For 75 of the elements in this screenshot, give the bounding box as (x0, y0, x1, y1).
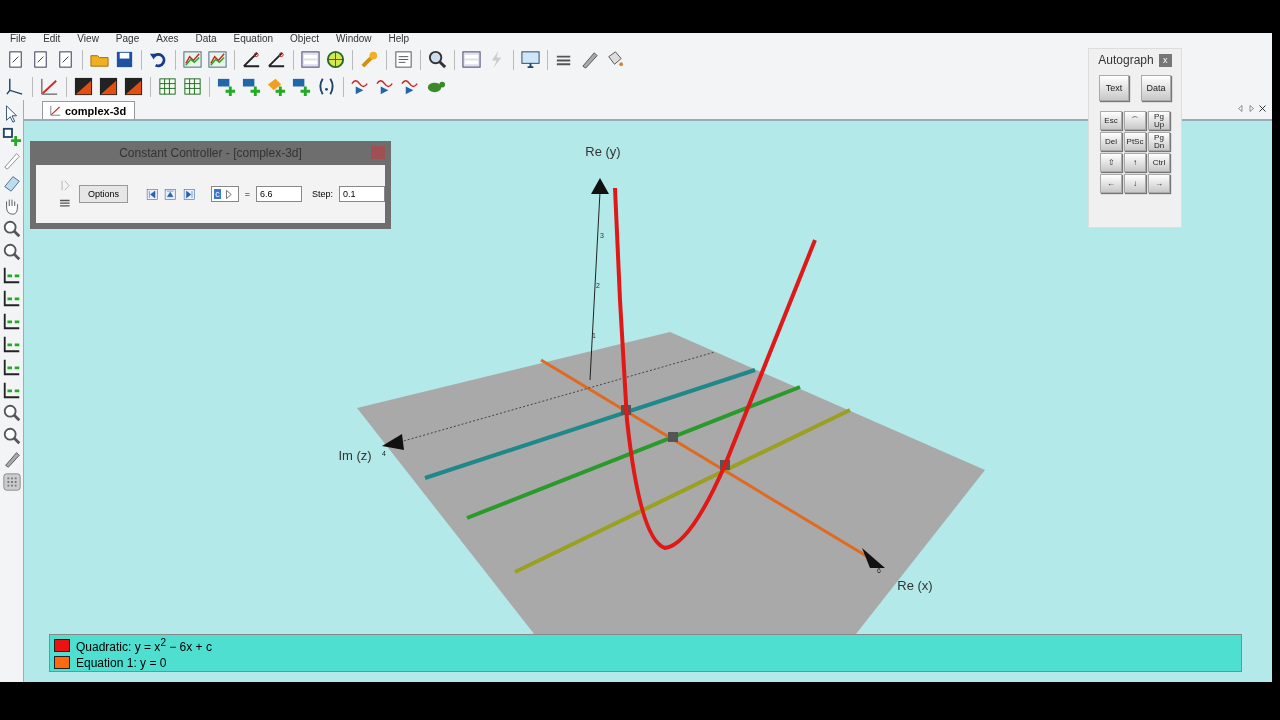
menu-item[interactable]: Data (195, 33, 217, 46)
menu-item[interactable]: View (77, 33, 99, 46)
surface-icon[interactable] (123, 76, 144, 97)
menu-item[interactable]: Page (115, 33, 140, 46)
menu-item[interactable]: Equation (233, 33, 274, 46)
slope-icon (49, 104, 62, 117)
keypad-key[interactable]: Pg Up (1148, 111, 1170, 130)
axis-label: Im (z) (338, 448, 372, 463)
save-icon[interactable] (114, 49, 135, 70)
angle-icon[interactable] (266, 49, 287, 70)
menu-item[interactable]: File (10, 33, 27, 46)
keypad-key[interactable]: Esc (1100, 111, 1122, 130)
surface-icon[interactable] (73, 76, 94, 97)
diamond-icon[interactable] (266, 76, 287, 97)
constant-dropdown[interactable]: c (211, 186, 239, 202)
keypad-key[interactable]: ⇧ (1100, 153, 1122, 172)
point-icon[interactable] (1, 127, 22, 147)
keypad-key[interactable]: Pg Dn (1148, 132, 1170, 151)
menu-item[interactable]: Window (335, 33, 372, 46)
intersection-point (621, 405, 631, 415)
palette-title: Autograph (1098, 53, 1154, 67)
brackets-icon[interactable] (316, 76, 337, 97)
skip-start-icon[interactable] (146, 186, 159, 202)
value-field[interactable]: 6.6 (255, 186, 302, 202)
window-title: Constant Controller - [complex-3d] (119, 146, 302, 160)
keypad-key[interactable]: ← (1100, 174, 1122, 193)
keypad-key[interactable]: Data (1141, 75, 1171, 101)
keypad-key[interactable]: ⌒ (1124, 111, 1146, 130)
grid-icon[interactable] (157, 76, 178, 97)
intersection-point (720, 460, 730, 470)
pen-icon[interactable] (579, 49, 600, 70)
skip-end-icon[interactable] (182, 186, 196, 202)
menu-item[interactable]: Edit (43, 33, 61, 46)
step-icon[interactable] (164, 186, 177, 202)
zoom-icon[interactable] (1, 219, 22, 239)
keypad-icon[interactable] (1, 472, 22, 492)
options-button[interactable]: Options (79, 185, 129, 203)
keypad-key[interactable]: Ctrl (1148, 153, 1170, 172)
menu-item[interactable]: Axes (156, 33, 179, 46)
equals-sign: = (244, 189, 250, 199)
keypad-key[interactable]: ↑ (1124, 153, 1146, 172)
monitor-icon[interactable] (520, 49, 541, 70)
keypad-key[interactable]: → (1148, 174, 1170, 193)
surface-icon[interactable] (98, 76, 119, 97)
globe-icon[interactable] (325, 49, 346, 70)
close-icon[interactable] (1257, 103, 1268, 114)
legend-label: Quadratic: y = x$^{2}$ − 6x + c (76, 637, 212, 654)
axis-label: Re (y) (585, 144, 621, 159)
keypad-key[interactable]: Del (1100, 132, 1122, 151)
keypad-key[interactable]: Text (1099, 75, 1129, 101)
plus-icon[interactable] (291, 76, 312, 97)
grid-icon[interactable] (182, 76, 203, 97)
graph-icon[interactable] (182, 49, 203, 70)
zoom-icon[interactable] (1, 242, 22, 262)
text-icon[interactable] (393, 49, 414, 70)
close-button[interactable]: x (1158, 53, 1172, 67)
keypad-key[interactable]: PtSc (1124, 132, 1146, 151)
document-tab[interactable]: complex-3d (42, 101, 136, 119)
eraser-icon[interactable] (1, 173, 22, 193)
zoom-icon[interactable] (1, 403, 22, 423)
keypad-key[interactable]: ↓ (1124, 174, 1146, 193)
intersection-point (668, 432, 678, 442)
plus-icon[interactable] (216, 76, 237, 97)
search-icon[interactable] (427, 49, 448, 70)
angle-icon[interactable] (241, 49, 262, 70)
graph-icon[interactable] (207, 49, 228, 70)
zoom-icon[interactable] (1, 426, 22, 446)
menu-item[interactable]: Help (388, 33, 410, 46)
legend-label: Equation 1: y = 0 (76, 655, 167, 670)
step-label: Step: (311, 189, 333, 199)
slope-icon[interactable] (39, 76, 60, 97)
axis-label: Re (x) (897, 578, 933, 593)
menu-item[interactable]: Object (290, 33, 319, 46)
plus-icon[interactable] (241, 76, 262, 97)
step-field[interactable]: 0.1 (339, 186, 385, 202)
